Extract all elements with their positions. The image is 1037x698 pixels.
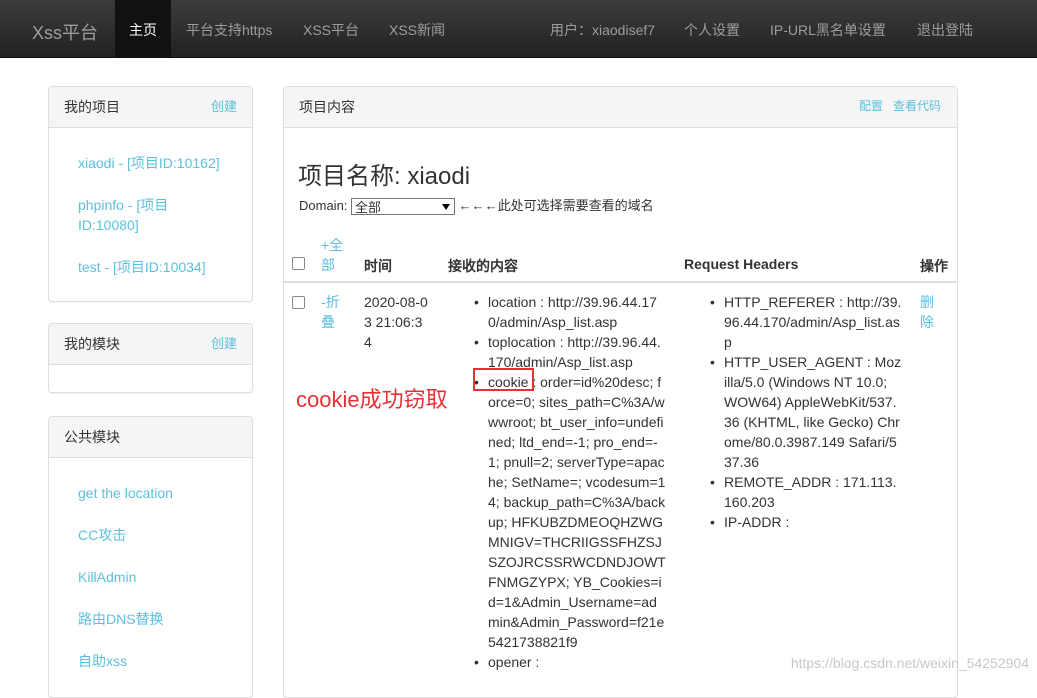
annotation-text: cookie成功窃取	[296, 387, 448, 412]
cookie-highlight-box	[473, 368, 534, 391]
nav-xss-news[interactable]: XSS新闻	[389, 0, 445, 57]
watermark: https://blog.csdn.net/weixin_54252904	[790, 655, 1029, 671]
col-ops-header: 操作	[920, 258, 948, 274]
row-time: 2020-08-03 21:06:34	[364, 294, 428, 350]
nav-blacklist[interactable]: IP-URL黑名单设置	[770, 0, 886, 57]
domain-hint: ←←←此处可选择需要查看的域名	[458, 198, 654, 213]
nav-xss[interactable]: XSS平台	[303, 0, 359, 57]
project-content-title: 项目内容	[299, 99, 355, 115]
module-link-location[interactable]: get the location	[78, 483, 173, 503]
nav-logout[interactable]: 退出登陆	[917, 0, 973, 57]
collapse-link[interactable]: -折叠	[321, 292, 345, 332]
nav-user[interactable]: 用户：xiaodisef7	[550, 0, 655, 57]
brand-logo[interactable]: Xss平台	[32, 19, 98, 45]
chevron-down-icon	[442, 204, 451, 211]
nav-home[interactable]: 主页	[115, 0, 171, 57]
module-link-cc[interactable]: CC攻击	[78, 525, 126, 545]
nav-settings[interactable]: 个人设置	[684, 0, 740, 57]
domain-select-value: 全部	[355, 200, 382, 216]
my-modules-panel: 我的模块 创建	[48, 323, 253, 393]
header-ip-addr: IP-ADDR :	[710, 512, 904, 532]
nav-https[interactable]: 平台支持https	[186, 0, 272, 57]
create-module-link[interactable]: 创建	[211, 324, 237, 364]
row-checkbox[interactable]	[292, 296, 305, 309]
project-link-xiaodi[interactable]: xiaodi - [项目ID:10162]	[78, 153, 238, 173]
top-navbar: Xss平台 主页 平台支持https XSS平台 XSS新闻 用户：xiaodi…	[0, 0, 1037, 58]
select-all-checkbox[interactable]	[292, 257, 305, 270]
module-link-dns[interactable]: 路由DNS替换	[78, 609, 164, 629]
project-link-test[interactable]: test - [项目ID:10034]	[78, 257, 238, 277]
public-modules-title: 公共模块	[64, 429, 120, 445]
domain-label: Domain:	[299, 198, 348, 213]
my-modules-title: 我的模块	[64, 336, 120, 352]
col-content-header: 接收的内容	[448, 258, 518, 274]
content-cookie: cookie : order=id%20desc; force=0; sites…	[474, 372, 668, 652]
project-content-heading: 项目内容 配置 查看代码	[284, 87, 957, 128]
view-code-link[interactable]: 查看代码	[893, 99, 941, 113]
my-projects-heading: 我的项目 创建	[49, 87, 252, 128]
table-header-divider	[284, 281, 956, 283]
request-headers-list: HTTP_REFERER : http://39.96.44.170/admin…	[710, 292, 904, 532]
content-opener: opener :	[474, 652, 668, 672]
header-referer: HTTP_REFERER : http://39.96.44.170/admin…	[710, 292, 904, 352]
content-toplocation: toplocation : http://39.96.44.170/admin/…	[474, 332, 668, 372]
project-title: 项目名称: xiaodi	[298, 163, 471, 190]
col-headers-header: Request Headers	[684, 256, 799, 272]
my-projects-title: 我的项目	[64, 99, 120, 115]
header-remote-addr: REMOTE_ADDR : 171.113.160.203	[710, 472, 904, 512]
module-link-selfxss[interactable]: 自助xss	[78, 651, 127, 671]
project-link-phpinfo[interactable]: phpinfo - [项目ID:10080]	[78, 195, 198, 235]
my-modules-heading: 我的模块 创建	[49, 324, 252, 365]
domain-row: Domain: 全部 ←←←此处可选择需要查看的域名	[299, 195, 654, 216]
expand-all-link[interactable]: +全部	[321, 235, 347, 275]
content-location: location : http://39.96.44.170/admin/Asp…	[474, 292, 668, 332]
create-project-link[interactable]: 创建	[211, 87, 237, 127]
module-link-killadmin[interactable]: KillAdmin	[78, 567, 136, 587]
public-modules-heading: 公共模块	[49, 417, 252, 458]
config-link[interactable]: 配置	[859, 99, 883, 113]
header-user-agent: HTTP_USER_AGENT : Mozilla/5.0 (Windows N…	[710, 352, 904, 472]
domain-select[interactable]: 全部	[351, 198, 456, 216]
delete-link[interactable]: 删除	[920, 292, 938, 332]
col-time-header: 时间	[364, 258, 392, 274]
received-content-list: location : http://39.96.44.170/admin/Asp…	[474, 292, 668, 672]
